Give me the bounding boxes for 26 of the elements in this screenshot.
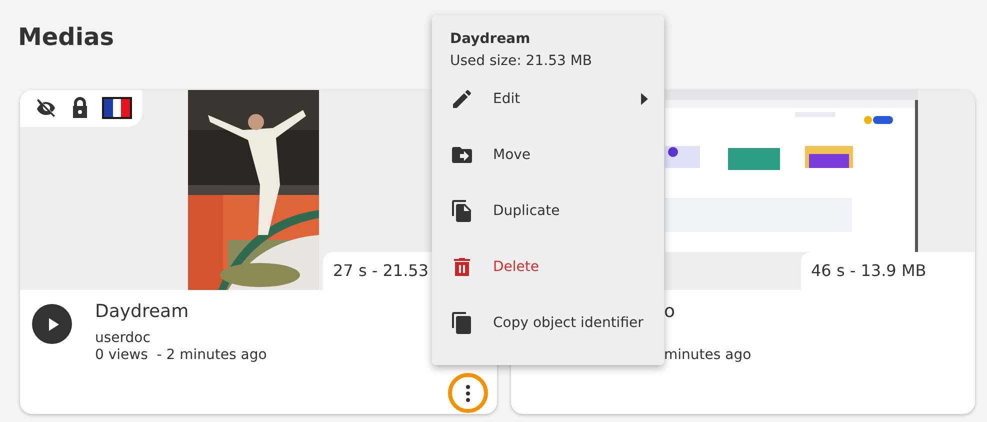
flag-icon	[102, 97, 132, 119]
duration-size-label: 46 s - 13.9 MB	[801, 252, 975, 290]
menu-item[interactable]: Edit	[432, 71, 664, 127]
page-title: Medias	[18, 22, 114, 53]
submenu-arrow-icon	[641, 93, 648, 105]
menu-item-label: Edit	[493, 91, 522, 107]
menu-item-label: Move	[493, 147, 532, 163]
file-copy-icon	[450, 199, 474, 223]
media-title[interactable]: o	[664, 299, 752, 325]
views-time-text: minutes ago	[664, 347, 752, 364]
menu-item[interactable]: Copy object identifier	[432, 295, 664, 351]
play-icon	[48, 318, 58, 330]
author-name[interactable]: userdoc	[95, 330, 267, 347]
menu-title: Daydream	[450, 30, 532, 49]
menu-item[interactable]: Duplicate	[432, 183, 664, 239]
menu-item-label: Duplicate	[493, 203, 561, 219]
pencil-icon	[450, 87, 474, 111]
views-time-text: 0 views - 2 minutes ago	[95, 347, 267, 364]
menu-item-label: Copy object identifier	[493, 315, 644, 331]
copy-icon	[450, 311, 474, 335]
more-vertical-icon	[466, 384, 470, 402]
menu-item[interactable]: Move	[432, 127, 664, 183]
play-button[interactable]	[32, 304, 72, 344]
used-size-text: Used size: 21.53 MB	[450, 52, 594, 71]
media-title[interactable]: Daydream	[95, 299, 267, 325]
eye-off-icon	[34, 96, 58, 120]
